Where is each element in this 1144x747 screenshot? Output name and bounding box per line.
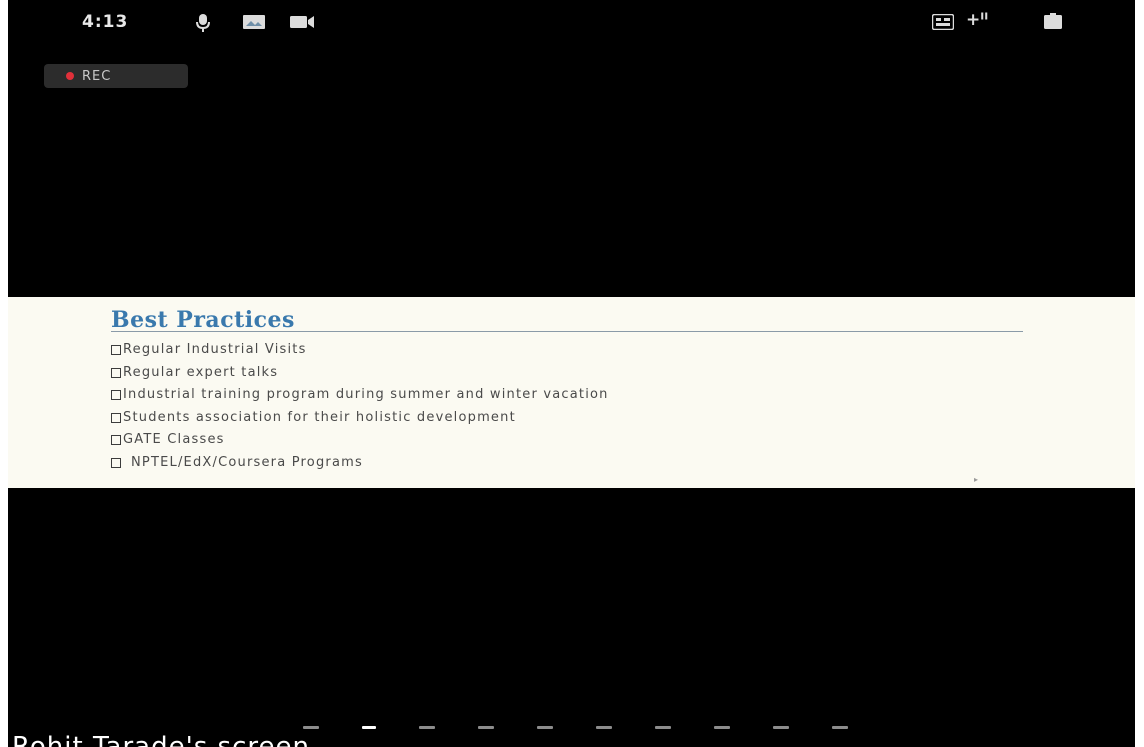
- list-item-text: NPTEL/EdX/Coursera Programs: [131, 454, 363, 470]
- list-item-text: Industrial training program during summe…: [123, 387, 609, 402]
- list-item-text: Students association for their holistic …: [123, 409, 516, 425]
- screen-share-view: 4:13 +ᴵᴵ REC Best Practices Regular Indu…: [8, 0, 1135, 747]
- list-item-text: GATE Classes: [123, 432, 225, 447]
- page-dot[interactable]: [596, 726, 612, 729]
- slide-title: Best Practices: [111, 307, 295, 333]
- checkbox-bullet-icon: [111, 367, 121, 378]
- page-dot[interactable]: [773, 726, 789, 729]
- title-divider: [111, 331, 1023, 332]
- recording-dot-icon: [66, 72, 74, 80]
- slide-corner-mark: ▸: [974, 475, 979, 484]
- list-item: Regular expert talks: [111, 362, 609, 385]
- page-indicator[interactable]: [303, 726, 891, 729]
- vowifi-icon: [931, 13, 955, 34]
- list-item-text: Regular expert talks: [123, 364, 279, 380]
- checkbox-bullet-icon: [111, 412, 121, 423]
- list-item-text: Regular Industrial Visits: [123, 342, 307, 357]
- page-dot[interactable]: [832, 726, 848, 729]
- page-dot[interactable]: [655, 726, 671, 729]
- page-dot[interactable]: [537, 726, 553, 729]
- list-item: Industrial training program during summe…: [111, 384, 609, 407]
- battery-icon: [1044, 13, 1062, 33]
- page-dot[interactable]: [362, 726, 376, 729]
- status-time: 4:13: [82, 12, 129, 32]
- checkbox-bullet-icon: [111, 390, 121, 401]
- list-item: Regular Industrial Visits: [111, 339, 609, 362]
- page-dot[interactable]: [714, 726, 730, 729]
- checkbox-bullet-icon: [111, 435, 121, 446]
- recording-badge: REC: [44, 64, 188, 88]
- checkbox-bullet-icon: [111, 457, 121, 468]
- page-dot[interactable]: [478, 726, 494, 729]
- list-item: NPTEL/EdX/Coursera Programs: [111, 452, 609, 475]
- shared-slide: Best Practices Regular Industrial Visits…: [8, 297, 1135, 488]
- recording-label: REC: [82, 68, 112, 84]
- signal-icon: +ᴵᴵ: [966, 10, 988, 30]
- bullet-list: Regular Industrial Visits Regular expert…: [111, 339, 609, 474]
- screen-owner-label: Rohit Tarade's screen: [12, 732, 310, 747]
- list-item: Students association for their holistic …: [111, 407, 609, 430]
- status-bar: 4:13 +ᴵᴵ: [8, 0, 1135, 40]
- page-dot[interactable]: [419, 726, 435, 729]
- checkbox-bullet-icon: [111, 345, 121, 356]
- video-camera-icon: [290, 14, 314, 33]
- signal-strength: +ᴵᴵ: [966, 10, 989, 30]
- microphone-icon: [196, 14, 210, 36]
- list-item: GATE Classes: [111, 429, 609, 452]
- gallery-icon: [243, 14, 265, 33]
- page-dot[interactable]: [303, 726, 319, 729]
